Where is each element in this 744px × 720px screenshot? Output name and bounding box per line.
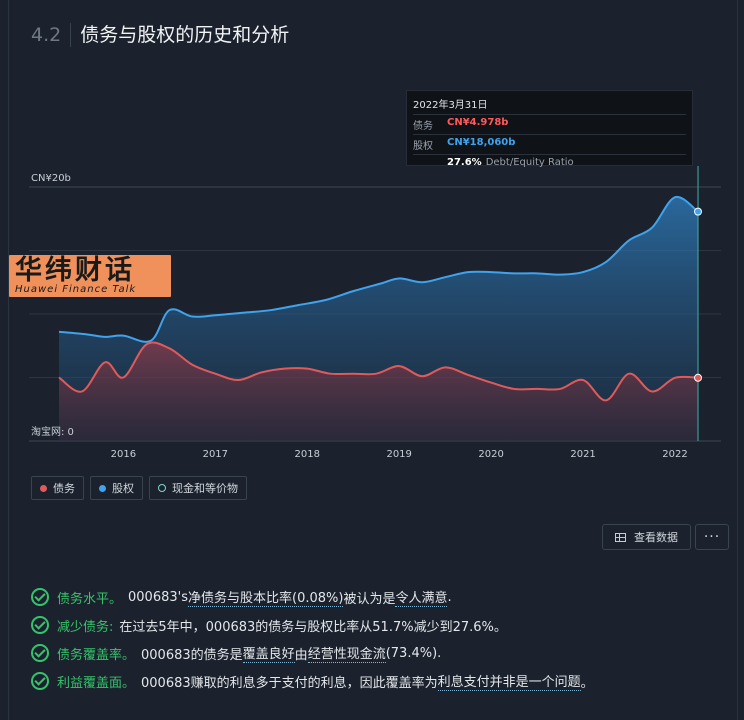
legend-debt-label: 债务 bbox=[53, 482, 75, 495]
watermark-logo: 华纬财话 Huawei Finance Talk bbox=[9, 255, 171, 297]
tooltip-ratio-row: 27.6% Debt/Equity Ratio bbox=[413, 155, 686, 170]
check-text: 000683's bbox=[128, 589, 188, 605]
watermark-cn: 华纬财话 bbox=[15, 255, 135, 286]
check-link[interactable]: 利息支付并非是一个问题 bbox=[437, 671, 581, 691]
tooltip-debt-label: 债务 bbox=[413, 121, 433, 132]
check-circle-icon bbox=[31, 616, 49, 634]
check-debt-coverage: 债务覆盖率。 000683的债务是 覆盖良好 由 经营性现金流 (73.4%). bbox=[31, 639, 731, 667]
legend-debt[interactable]: 债务 bbox=[31, 476, 84, 500]
check-link[interactable]: 覆盖良好 bbox=[242, 643, 295, 663]
check-text: . bbox=[447, 589, 452, 605]
check-debt-level: 债务水平。 000683's 净债务与股本比率(0.08%) 被认为是 令人满意… bbox=[31, 583, 731, 611]
x-tick-label: 2017 bbox=[203, 449, 228, 460]
legend-equity[interactable]: 股权 bbox=[90, 476, 143, 500]
check-text: 。 bbox=[580, 675, 594, 691]
view-data-label: 查看数据 bbox=[634, 531, 678, 544]
checks-list: 债务水平。 000683's 净债务与股本比率(0.08%) 被认为是 令人满意… bbox=[31, 583, 731, 695]
debt-dot-icon bbox=[40, 484, 47, 492]
tooltip-ratio-label: Debt/Equity Ratio bbox=[485, 157, 574, 168]
tooltip-debt-value: CN¥4.978b bbox=[447, 117, 509, 128]
check-debt-reduction: 减少债务: 在过去5年中，000683的债务与股权比率从51.7%减少到27.6… bbox=[31, 611, 731, 639]
debt-equity-chart[interactable]: CN¥20b 淘宝网: 0 2016 2017 2018 2019 2020 2021 2022… bbox=[9, 80, 737, 460]
check-text: 被认为是 bbox=[343, 591, 396, 607]
check-link[interactable]: 经营性现金流 bbox=[307, 643, 386, 663]
tooltip-ratio-value: 27.6% bbox=[447, 157, 482, 168]
check-lead: 利益覆盖面。 bbox=[57, 675, 136, 691]
check-lead: 债务覆盖率。 bbox=[57, 647, 136, 663]
series-marker-debt bbox=[694, 373, 703, 382]
check-text: 000683的债务是 bbox=[141, 647, 243, 663]
y-axis-bottom-label: 淘宝网: 0 bbox=[31, 425, 74, 438]
tooltip-date: 2022年3月31日 bbox=[413, 96, 686, 115]
check-link[interactable]: 令人满意 bbox=[395, 587, 448, 607]
series-marker-equity bbox=[694, 207, 703, 216]
check-text: 在过去5年中，000683的债务与股权比率从51.7%减少到27.6%。 bbox=[119, 619, 507, 635]
x-tick-label: 2020 bbox=[478, 449, 503, 460]
more-options-button[interactable]: ··· bbox=[695, 524, 729, 550]
check-lead: 减少债务: bbox=[57, 619, 114, 635]
cash-ring-icon bbox=[158, 484, 166, 492]
check-link[interactable]: 净债务与股本比率(0.08%) bbox=[188, 587, 344, 607]
analysis-panel: 4.2 债务与股权的历史和分析 CN¥20b 淘宝网: 0 2016 2017 2018… bbox=[8, 0, 738, 720]
x-tick-label: 2019 bbox=[386, 449, 411, 460]
chart-tooltip: 2022年3月31日 债务 CN¥4.978b 股权 CN¥18,060b 27… bbox=[406, 90, 693, 168]
x-tick-label: 2021 bbox=[570, 449, 595, 460]
table-icon bbox=[615, 532, 626, 542]
tooltip-equity-value: CN¥18,060b bbox=[447, 137, 516, 148]
watermark-en: Huawei Finance Talk bbox=[15, 284, 137, 295]
check-circle-icon bbox=[31, 588, 49, 606]
check-lead: 债务水平。 bbox=[57, 591, 123, 607]
check-interest-coverage: 利益覆盖面。 000683赚取的利息多于支付的利息，因此覆盖率为 利息支付并非是… bbox=[31, 667, 731, 695]
chart-legend: 债务 股权 现金和等价物 bbox=[31, 476, 247, 500]
legend-equity-label: 股权 bbox=[112, 482, 134, 495]
equity-dot-icon bbox=[99, 484, 106, 492]
check-text: 000683赚取的利息多于支付的利息，因此覆盖率为 bbox=[141, 675, 438, 691]
x-tick-label: 2022 bbox=[662, 449, 687, 460]
check-circle-icon bbox=[31, 644, 49, 662]
y-axis-top-label: CN¥20b bbox=[31, 173, 71, 184]
section-header: 4.2 债务与股权的历史和分析 bbox=[31, 22, 289, 48]
tooltip-equity-label: 股权 bbox=[413, 141, 433, 152]
legend-cash[interactable]: 现金和等价物 bbox=[149, 476, 247, 500]
check-text: (73.4%). bbox=[385, 645, 442, 661]
legend-cash-label: 现金和等价物 bbox=[172, 482, 238, 495]
view-data-button[interactable]: 查看数据 bbox=[602, 524, 691, 550]
section-number: 4.2 bbox=[31, 23, 72, 47]
check-text: 由 bbox=[294, 647, 308, 663]
tooltip-debt-row: 债务 CN¥4.978b bbox=[413, 115, 686, 135]
x-tick-label: 2018 bbox=[295, 449, 320, 460]
x-tick-label: 2016 bbox=[111, 449, 136, 460]
tooltip-equity-row: 股权 CN¥18,060b bbox=[413, 135, 686, 155]
more-icon: ··· bbox=[703, 529, 721, 545]
check-circle-icon bbox=[31, 672, 49, 690]
section-title: 债务与股权的历史和分析 bbox=[80, 24, 290, 46]
